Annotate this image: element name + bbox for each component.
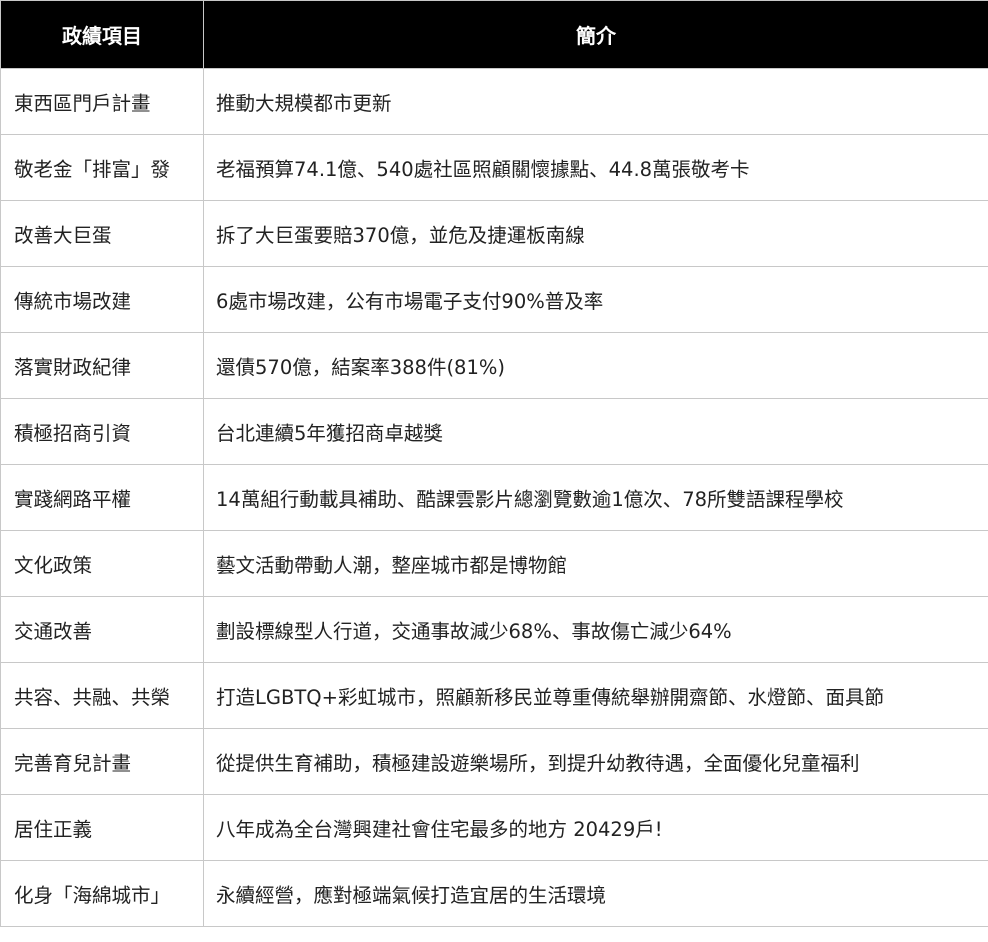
policy-item-cell: 完善育兒計畫 (0, 728, 204, 795)
policy-description-cell: 老福預算74.1億、540處社區照顧關懷據點、44.8萬張敬考卡 (203, 134, 988, 201)
policy-description-cell: 劃設標線型人行道，交通事故減少68%、事故傷亡減少64% (203, 596, 988, 663)
policy-description-cell: 14萬組行動載具補助、酷課雲影片總瀏覽數逾1億次、78所雙語課程學校 (203, 464, 988, 531)
policy-item-cell: 居住正義 (0, 794, 204, 861)
table-row: 共容、共融、共榮 打造LGBTQ+彩虹城市，照顧新移民並尊重傳統舉辦開齋節、水燈… (0, 662, 988, 729)
table-row: 傳統市場改建 6處市場改建，公有市場電子支付90%普及率 (0, 266, 988, 333)
header-row: 政績項目 簡介 (0, 0, 988, 69)
table-row: 文化政策 藝文活動帶動人潮，整座城市都是博物館 (0, 530, 988, 597)
table-row: 居住正義 八年成為全台灣興建社會住宅最多的地方 20429戶! (0, 794, 988, 861)
table-row: 改善大巨蛋 拆了大巨蛋要賠370億，並危及捷運板南線 (0, 200, 988, 267)
policy-item-cell: 交通改善 (0, 596, 204, 663)
policy-table: 政績項目 簡介 東西區門戶計畫 推動大規模都市更新 敬老金「排富」發 老福預算7… (0, 0, 988, 927)
policy-description-cell: 還債570億，結案率388件(81%) (203, 332, 988, 399)
policy-item-cell: 改善大巨蛋 (0, 200, 204, 267)
table-row: 化身「海綿城市」 永續經營，應對極端氣候打造宜居的生活環境 (0, 860, 988, 927)
policy-item-cell: 共容、共融、共榮 (0, 662, 204, 729)
table-row: 實踐網路平權 14萬組行動載具補助、酷課雲影片總瀏覽數逾1億次、78所雙語課程學… (0, 464, 988, 531)
column-header-item: 政績項目 (0, 0, 204, 69)
table-row: 落實財政紀律 還債570億，結案率388件(81%) (0, 332, 988, 399)
policy-description-cell: 6處市場改建，公有市場電子支付90%普及率 (203, 266, 988, 333)
table-row: 東西區門戶計畫 推動大規模都市更新 (0, 68, 988, 135)
policy-item-cell: 積極招商引資 (0, 398, 204, 465)
table-row: 完善育兒計畫 從提供生育補助，積極建設遊樂場所，到提升幼教待遇，全面優化兒童福利 (0, 728, 988, 795)
policy-description-cell: 藝文活動帶動人潮，整座城市都是博物館 (203, 530, 988, 597)
policy-description-cell: 從提供生育補助，積極建設遊樂場所，到提升幼教待遇，全面優化兒童福利 (203, 728, 988, 795)
policy-item-cell: 東西區門戶計畫 (0, 68, 204, 135)
table-row: 敬老金「排富」發 老福預算74.1億、540處社區照顧關懷據點、44.8萬張敬考… (0, 134, 988, 201)
policy-description-cell: 台北連續5年獲招商卓越獎 (203, 398, 988, 465)
table-row: 交通改善 劃設標線型人行道，交通事故減少68%、事故傷亡減少64% (0, 596, 988, 663)
policy-item-cell: 傳統市場改建 (0, 266, 204, 333)
column-header-description: 簡介 (203, 0, 988, 69)
policy-item-cell: 落實財政紀律 (0, 332, 204, 399)
table-body: 東西區門戶計畫 推動大規模都市更新 敬老金「排富」發 老福預算74.1億、540… (0, 68, 988, 927)
policy-item-cell: 化身「海綿城市」 (0, 860, 204, 927)
policy-item-cell: 敬老金「排富」發 (0, 134, 204, 201)
policy-description-cell: 拆了大巨蛋要賠370億，並危及捷運板南線 (203, 200, 988, 267)
policy-item-cell: 文化政策 (0, 530, 204, 597)
policy-description-cell: 八年成為全台灣興建社會住宅最多的地方 20429戶! (203, 794, 988, 861)
policy-item-cell: 實踐網路平權 (0, 464, 204, 531)
policy-description-cell: 打造LGBTQ+彩虹城市，照顧新移民並尊重傳統舉辦開齋節、水燈節、面具節 (203, 662, 988, 729)
table-row: 積極招商引資 台北連續5年獲招商卓越獎 (0, 398, 988, 465)
table-header: 政績項目 簡介 (0, 0, 988, 69)
policy-description-cell: 永續經營，應對極端氣候打造宜居的生活環境 (203, 860, 988, 927)
policy-description-cell: 推動大規模都市更新 (203, 68, 988, 135)
